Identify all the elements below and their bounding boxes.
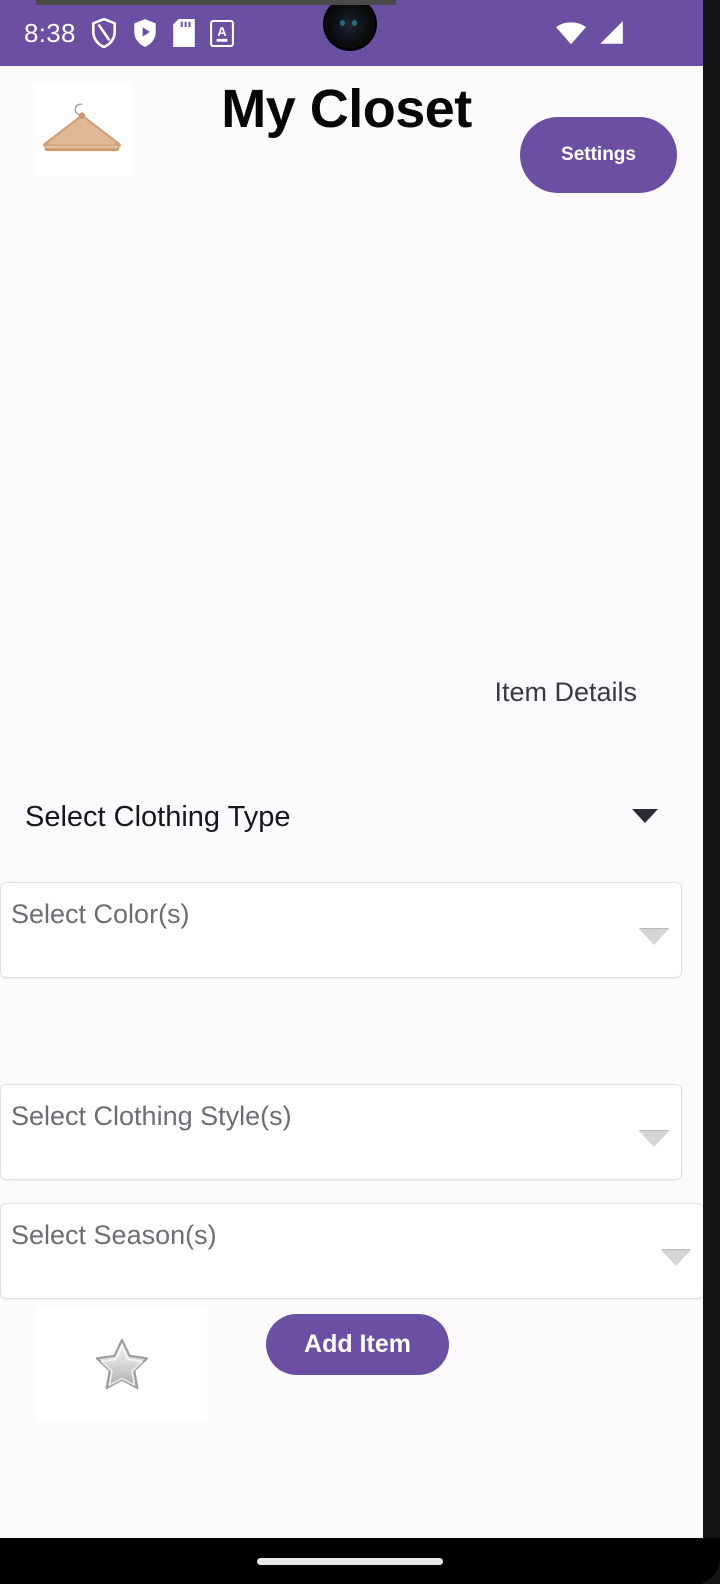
color-multiselect-placeholder: Select Color(s)	[11, 899, 190, 929]
status-bar-right-group	[555, 0, 625, 66]
clothing-style-multiselect-placeholder: Select Clothing Style(s)	[11, 1101, 292, 1131]
camera-lens-glint	[340, 20, 360, 27]
shield-slash-icon	[91, 18, 116, 48]
wifi-icon	[556, 22, 586, 45]
clothing-style-multiselect[interactable]: Select Clothing Style(s)	[0, 1084, 682, 1180]
add-item-button[interactable]: Add Item	[266, 1314, 449, 1375]
favorite-toggle-card[interactable]	[36, 1306, 207, 1421]
add-item-button-label: Add Item	[304, 1330, 411, 1358]
chevron-down-icon	[639, 929, 669, 945]
status-bar-left-group: 8:38 A	[24, 0, 234, 66]
app-header: My Closet Settings	[0, 66, 703, 196]
cell-signal-icon	[600, 21, 623, 44]
settings-button[interactable]: Settings	[520, 117, 677, 193]
system-navigation-bar	[0, 1538, 720, 1584]
phone-screen: 8:38 A My Closet Settings Item Details S…	[0, 0, 703, 1538]
season-multiselect-placeholder: Select Season(s)	[11, 1220, 217, 1250]
status-clock: 8:38	[24, 17, 76, 48]
chevron-down-icon	[639, 1131, 669, 1147]
shield-play-icon	[134, 19, 156, 47]
home-gesture-pill[interactable]	[257, 1558, 443, 1565]
phone-frame: 8:38 A My Closet Settings Item Details S…	[0, 0, 720, 1584]
svg-text:A: A	[217, 24, 227, 39]
item-details-heading: Item Details	[494, 677, 637, 707]
chevron-down-icon	[632, 809, 658, 823]
star-icon	[95, 1338, 148, 1389]
clothing-type-dropdown[interactable]: Select Clothing Type	[0, 782, 703, 852]
sd-card-icon	[173, 19, 195, 47]
status-bar: 8:38 A	[0, 0, 703, 66]
color-multiselect[interactable]: Select Color(s)	[0, 882, 682, 978]
a-box-icon: A	[209, 19, 234, 47]
front-camera-punch-hole	[326, 0, 374, 48]
clothing-type-dropdown-label: Select Clothing Type	[25, 800, 291, 833]
main-content: Item Details Select Clothing Type Select…	[0, 196, 703, 1538]
settings-button-label: Settings	[561, 144, 636, 165]
screen-top-hairline	[36, 0, 396, 5]
chevron-down-icon	[661, 1250, 691, 1266]
screen-right-bezel	[703, 0, 720, 1584]
season-multiselect[interactable]: Select Season(s)	[0, 1203, 703, 1299]
